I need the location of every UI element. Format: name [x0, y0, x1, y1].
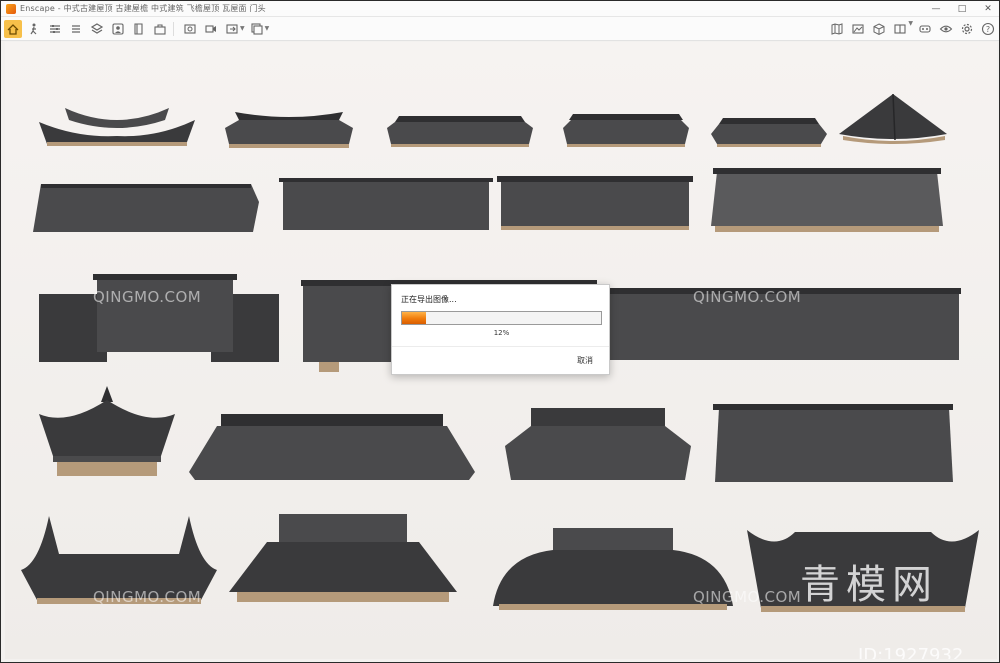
progress-percent: 12%: [493, 329, 510, 337]
map-icon[interactable]: [828, 20, 846, 38]
progress-fill: [402, 312, 426, 324]
roof-model-tower: [37, 386, 177, 478]
watermark-text: QINGMO.COM: [93, 288, 202, 306]
roof-model-hard-gable-4: [709, 166, 945, 234]
watermark-id: ID:1927932: [858, 645, 964, 659]
roof-model-small-hip: [709, 116, 829, 150]
roof-model-double-eave: [503, 406, 693, 488]
close-button[interactable]: ✕: [975, 1, 999, 17]
roof-model-gate-roof: [227, 512, 459, 604]
book-icon[interactable]: [130, 20, 148, 38]
roof-model-long-hip: [385, 114, 535, 150]
chevron-down-icon[interactable]: ▼: [908, 20, 913, 38]
walk-icon[interactable]: [25, 20, 43, 38]
roof-model-hip-gable: [221, 108, 357, 152]
cancel-button[interactable]: 取消: [577, 355, 593, 366]
roof-model-xieshan: [561, 112, 691, 150]
roof-model-hard-gable-1: [31, 182, 261, 238]
chevron-down-icon[interactable]: ▼: [265, 25, 270, 32]
export-icon[interactable]: [223, 20, 241, 38]
roof-model-gatehouse: [37, 272, 281, 366]
toolbar: ▼ ▼ ▼ ?: [1, 17, 999, 41]
chevron-down-icon[interactable]: ▼: [240, 25, 245, 32]
layers-icon[interactable]: [88, 20, 106, 38]
watermark-text: QINGMO.COM: [93, 588, 202, 606]
video-icon[interactable]: [202, 20, 220, 38]
svg-text:?: ?: [986, 25, 990, 34]
enscape-logo-icon: [6, 3, 16, 14]
briefcase-icon[interactable]: [151, 20, 169, 38]
eye-icon[interactable]: [937, 20, 955, 38]
help-icon[interactable]: ?: [979, 20, 997, 38]
export-progress-dialog: 正在导出图像... 12% 取消: [391, 284, 610, 375]
roof-model-hard-gable-2: [277, 176, 495, 232]
roof-model-pavilion: [835, 94, 951, 148]
split-icon[interactable]: [891, 20, 909, 38]
screenshot-icon[interactable]: [181, 20, 199, 38]
home-icon[interactable]: [4, 19, 22, 38]
title-bar: Enscape - 中式古建屋顶 古建屋檐 中式建筑 飞檐屋顶 瓦屋面 门头 —…: [1, 1, 999, 17]
user-icon[interactable]: [109, 20, 127, 38]
watermark-logo-text: 青模网: [800, 562, 938, 608]
panorama-icon[interactable]: [849, 20, 867, 38]
list-icon[interactable]: [67, 20, 85, 38]
toolbar-right-group: ▼ ?: [825, 20, 997, 38]
roof-model-hard-gable-5: [711, 402, 955, 486]
sliders-icon[interactable]: [46, 20, 64, 38]
maximize-button[interactable]: □: [949, 1, 975, 17]
batch-icon[interactable]: [248, 20, 266, 38]
watermark-text: QINGMO.COM: [693, 288, 802, 306]
toolbar-divider: [173, 21, 174, 36]
export-progress-bar: [401, 311, 602, 325]
dialog-title: 正在导出图像...: [401, 295, 457, 304]
roof-model-hard-gable-3: [495, 174, 695, 230]
minimize-button[interactable]: —: [923, 1, 949, 17]
window-title: Enscape - 中式古建屋顶 古建屋檐 中式建筑 飞檐屋顶 瓦屋面 门头: [20, 4, 266, 13]
cube-icon[interactable]: [870, 20, 888, 38]
roof-model-curved-eave: [37, 102, 197, 150]
enscape-window: Enscape - 中式古建屋顶 古建屋檐 中式建筑 飞檐屋顶 瓦屋面 门头 —…: [0, 0, 1000, 663]
vr-icon[interactable]: [916, 20, 934, 38]
settings-icon[interactable]: [958, 20, 976, 38]
window-controls: — □ ✕: [923, 1, 999, 17]
watermark-text: QINGMO.COM: [693, 588, 802, 606]
roof-model-hip-long: [187, 412, 477, 484]
dialog-divider: [392, 346, 609, 347]
